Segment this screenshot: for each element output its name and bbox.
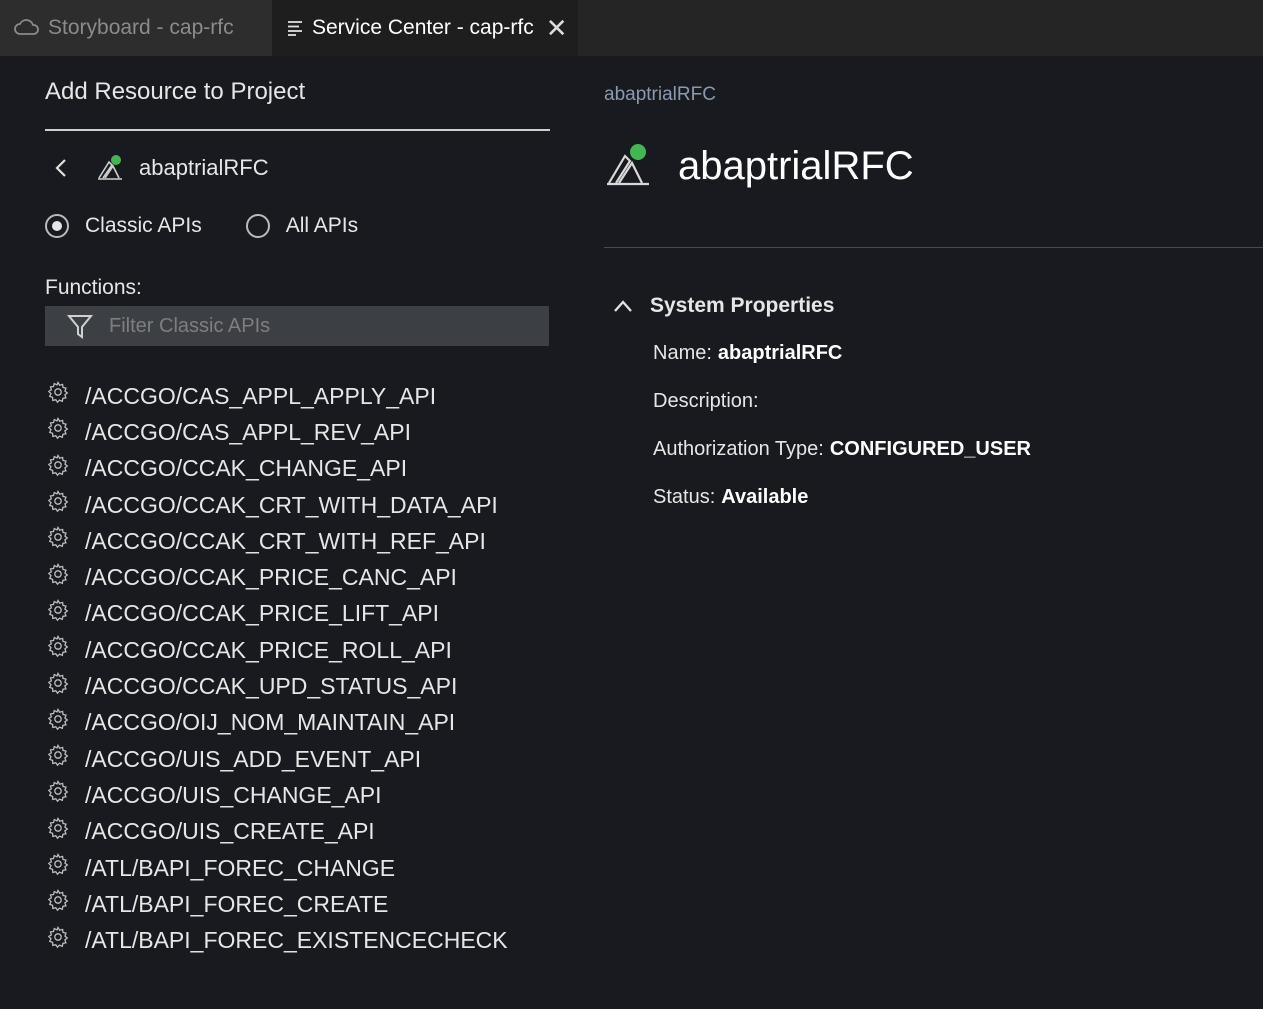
gear-icon — [45, 561, 71, 587]
radio-all-apis[interactable]: All APIs — [245, 214, 359, 238]
gear-icon — [45, 379, 71, 405]
property-label: Status: — [653, 486, 716, 508]
gear-icon — [45, 670, 71, 696]
back-button[interactable] — [41, 148, 81, 188]
divider — [45, 129, 550, 131]
gear-icon — [45, 742, 71, 768]
function-list-item[interactable]: /ACCGO/UIS_CREATE_API — [45, 814, 565, 850]
radio-label: Classic APIs — [85, 214, 202, 237]
add-resource-panel: Add Resource to Project abaptrialRFC Cla… — [0, 56, 578, 1009]
system-properties-toggle[interactable]: System Properties — [612, 294, 834, 318]
function-list-item[interactable]: /ACCGO/CCAK_CHANGE_API — [45, 451, 565, 487]
function-name: /ACCGO/OIJ_NOM_MAINTAIN_API — [85, 709, 456, 736]
function-list-item[interactable]: /ACCGO/UIS_ADD_EVENT_API — [45, 741, 565, 777]
gear-icon — [45, 924, 71, 950]
chevron-up-icon — [612, 295, 634, 317]
property-name: Name: abaptrialRFC — [653, 342, 842, 365]
property-value: Available — [721, 486, 809, 508]
section-title: System Properties — [650, 294, 835, 317]
rfc-system-icon — [98, 155, 122, 180]
property-label: Authorization Type: — [653, 438, 824, 460]
function-list-item[interactable]: /ACCGO/UIS_CHANGE_API — [45, 777, 565, 813]
function-name: /ACCGO/CAS_APPL_REV_API — [85, 418, 411, 445]
function-list-item[interactable]: /ATL/BAPI_FOREC_CREATE — [45, 886, 565, 922]
function-list: /ACCGO/CAS_APPL_APPLY_API/ACCGO/CAS_APPL… — [45, 378, 565, 962]
function-name: /ATL/BAPI_FOREC_CHANGE — [85, 854, 396, 881]
function-list-item[interactable]: /ACCGO/CAS_APPL_REV_API — [45, 414, 565, 450]
list-icon — [286, 17, 304, 39]
divider — [604, 247, 1263, 248]
tab-service-center[interactable]: Service Center - cap-rfc ✕ — [272, 0, 578, 56]
panel-title: Add Resource to Project — [45, 78, 306, 105]
function-list-item[interactable]: /ACCGO/CCAK_UPD_STATUS_API — [45, 668, 565, 704]
app-window: Storyboard - cap-rfc Service Center - ca… — [0, 0, 1263, 1009]
tab-bar: Storyboard - cap-rfc Service Center - ca… — [0, 0, 1263, 56]
function-name: /ACCGO/CCAK_UPD_STATUS_API — [85, 673, 458, 700]
gear-icon — [45, 452, 71, 478]
property-authorization-type: Authorization Type: CONFIGURED_USER — [653, 438, 1031, 461]
gear-icon — [45, 815, 71, 841]
function-name: /ACCGO/CCAK_CRT_WITH_DATA_API — [85, 491, 498, 518]
tab-label: Service Center - cap-rfc — [312, 16, 534, 39]
function-list-item[interactable]: /ACCGO/CCAK_PRICE_CANC_API — [45, 559, 565, 595]
function-list-item[interactable]: /ACCGO/CCAK_CRT_WITH_DATA_API — [45, 487, 565, 523]
breadcrumb-system-name: abaptrialRFC — [139, 155, 269, 180]
rfc-system-icon — [607, 144, 649, 186]
gear-icon — [45, 887, 71, 913]
gear-icon — [45, 597, 71, 623]
filter-icon — [63, 310, 97, 342]
functions-label: Functions: — [45, 276, 142, 299]
property-value: CONFIGURED_USER — [829, 438, 1031, 460]
function-name: /ATL/BAPI_FOREC_EXISTENCECHECK — [85, 927, 508, 954]
function-list-item[interactable]: /ACCGO/CAS_APPL_APPLY_API — [45, 378, 565, 414]
radio-classic-apis[interactable]: Classic APIs — [45, 214, 202, 238]
gear-icon — [45, 488, 71, 514]
details-breadcrumb[interactable]: abaptrialRFC — [604, 84, 716, 106]
function-name: /ACCGO/CCAK_PRICE_LIFT_API — [85, 600, 440, 627]
close-icon[interactable]: ✕ — [546, 15, 568, 41]
gear-icon — [45, 778, 71, 804]
gear-icon — [45, 706, 71, 732]
function-list-item[interactable]: /ATL/BAPI_FOREC_EXISTENCECHECK — [45, 922, 565, 958]
tab-bar-empty — [578, 0, 1263, 56]
system-details-panel: abaptrialRFC abaptrialRFC System Propert… — [604, 56, 1263, 1009]
function-name: /ACCGO/UIS_ADD_EVENT_API — [85, 745, 422, 772]
property-description: Description: — [653, 390, 759, 413]
function-list-item[interactable]: /ACCGO/CCAK_PRICE_ROLL_API — [45, 632, 565, 668]
function-name: /ACCGO/CCAK_CHANGE_API — [85, 455, 408, 482]
breadcrumb: abaptrialRFC — [45, 148, 269, 188]
property-value: abaptrialRFC — [717, 342, 843, 364]
function-list-item[interactable]: /ACCGO/CCAK_CRT_WITH_REF_API — [45, 523, 565, 559]
function-name: /ACCGO/CCAK_PRICE_CANC_API — [85, 564, 457, 591]
tab-storyboard[interactable]: Storyboard - cap-rfc — [0, 0, 272, 56]
gear-icon — [45, 415, 71, 441]
filter-box[interactable] — [45, 306, 549, 346]
radio-button-checked[interactable] — [45, 214, 69, 238]
function-name: /ACCGO/CAS_APPL_APPLY_API — [85, 382, 437, 409]
function-name: /ACCGO/UIS_CREATE_API — [85, 818, 375, 845]
function-list-item[interactable]: /ACCGO/OIJ_NOM_MAINTAIN_API — [45, 705, 565, 741]
gear-icon — [45, 524, 71, 550]
radio-button-unchecked[interactable] — [245, 214, 270, 238]
function-name: /ACCGO/UIS_CHANGE_API — [85, 781, 382, 808]
property-label: Description: — [653, 390, 759, 412]
details-header: abaptrialRFC — [604, 142, 914, 190]
api-type-radio-group: Classic APIs All APIs — [45, 214, 402, 238]
function-list-item[interactable]: /ACCGO/CCAK_PRICE_LIFT_API — [45, 596, 565, 632]
function-name: /ACCGO/CCAK_CRT_WITH_REF_API — [85, 527, 486, 554]
function-name: /ATL/BAPI_FOREC_CREATE — [85, 890, 389, 917]
function-list-item[interactable]: /ATL/BAPI_FOREC_CHANGE — [45, 850, 565, 886]
system-title: abaptrialRFC — [678, 143, 914, 188]
cloud-icon — [14, 17, 40, 39]
filter-input[interactable] — [109, 314, 529, 338]
content-area: Add Resource to Project abaptrialRFC Cla… — [0, 56, 1263, 1009]
property-label: Name: — [653, 342, 712, 364]
property-status: Status: Available — [653, 486, 808, 509]
tab-label: Storyboard - cap-rfc — [48, 16, 234, 39]
function-name: /ACCGO/CCAK_PRICE_ROLL_API — [85, 636, 452, 663]
chevron-left-icon — [55, 159, 66, 177]
radio-label: All APIs — [285, 214, 359, 237]
gear-icon — [45, 633, 71, 659]
gear-icon — [45, 851, 71, 877]
